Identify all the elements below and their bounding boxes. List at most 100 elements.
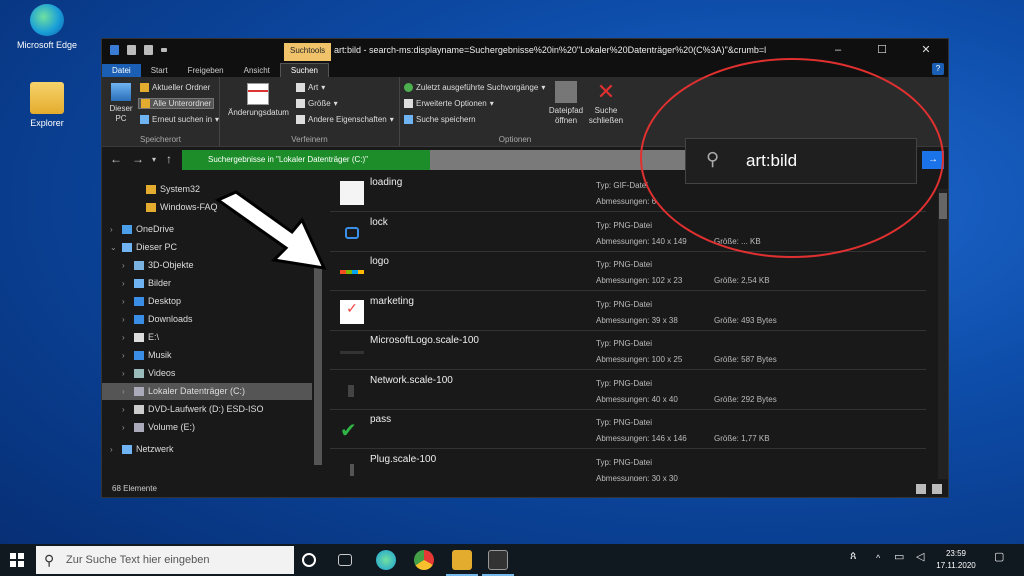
aktueller-ordner-button[interactable]: Aktueller Ordner <box>140 83 210 92</box>
task-view-icon[interactable] <box>338 554 352 566</box>
nav-item[interactable]: › Volume (E:) <box>102 419 312 436</box>
customize-toolbar-icon[interactable] <box>161 48 167 52</box>
address-progress: Suchergebnisse in "Lokaler Datenträger (… <box>182 150 430 170</box>
edge-icon[interactable] <box>376 550 396 570</box>
network-icon[interactable]: ▭ <box>894 550 904 563</box>
chevron-right-icon[interactable]: › <box>110 441 113 458</box>
nav-item[interactable]: › Desktop <box>102 293 312 310</box>
file-size: Größe: 292 Bytes <box>714 394 777 404</box>
people-icon[interactable]: ጰ <box>850 550 857 563</box>
nav-item[interactable]: › Videos <box>102 365 312 382</box>
aenderungsdatum-button[interactable]: Änderungsdatum <box>228 83 289 118</box>
terminal-icon[interactable] <box>488 550 508 570</box>
nav-item-label: Videos <box>148 368 176 378</box>
file-row[interactable]: ✓ marketing Typ: PNG-Datei Abmessungen: 39 … <box>330 292 926 331</box>
andere-eigenschaften-button[interactable]: Andere Eigenschaften ▾ <box>296 115 394 124</box>
taskbar-search-input[interactable]: ⚲ Zur Suche Text hier eingeben <box>36 546 294 574</box>
erweiterte-optionen-button[interactable]: Erweiterte Optionen ▾ <box>404 99 494 108</box>
nav-item-label: Downloads <box>148 314 193 324</box>
file-row[interactable]: Network.scale-100 Typ: PNG-Datei Abmessung… <box>330 371 926 410</box>
nav-item[interactable]: › Netzwerk <box>102 441 312 458</box>
chevron-down-icon[interactable]: ⌄ <box>110 239 117 256</box>
tab-start[interactable]: Start <box>141 64 178 77</box>
search-input[interactable]: ⚲ art:bild <box>685 138 917 184</box>
explorer-icon[interactable] <box>452 550 472 570</box>
tab-datei[interactable]: Datei <box>102 64 141 77</box>
file-dimensions: Abmessungen: 140 x 149 <box>596 236 687 246</box>
clock[interactable]: 23:59 17.11.2020 <box>934 548 978 572</box>
nav-item-label: Dieser PC <box>136 242 178 252</box>
file-row[interactable]: MicrosoftLogo.scale-100 Typ: PNG-Datei Abm… <box>330 331 926 370</box>
alle-unterordner-button[interactable]: Alle Unterordner <box>138 98 215 109</box>
zuletzt-ausgefuehrte-button[interactable]: Zuletzt ausgeführte Suchvorgänge ▾ <box>404 83 545 92</box>
desktop-icon-explorer[interactable]: Explorer <box>12 82 82 128</box>
tab-freigeben[interactable]: Freigeben <box>178 64 234 77</box>
address-text: Suchergebnisse in "Lokaler Datenträger (… <box>208 155 368 164</box>
chevron-right-icon[interactable]: › <box>122 275 125 292</box>
details-view-icon[interactable] <box>916 484 926 494</box>
chevron-down-icon: ▾ <box>333 99 338 108</box>
file-dimensions: Abmessungen: 102 x 23 <box>596 276 683 285</box>
file-size: Größe: ... KB <box>714 236 761 246</box>
file-list-scrollbar[interactable] <box>938 189 948 479</box>
file-row[interactable]: ✔ pass Typ: PNG-Datei Abmessungen: 146 x 14… <box>330 410 926 449</box>
nav-item[interactable]: › Downloads <box>102 311 312 328</box>
type-icon <box>296 83 305 92</box>
nav-item[interactable]: › Bilder <box>102 275 312 292</box>
chevron-right-icon[interactable]: › <box>122 383 125 400</box>
help-icon[interactable]: ? <box>932 63 944 75</box>
chevron-right-icon[interactable]: › <box>122 401 125 418</box>
art-button[interactable]: Art ▾ <box>296 83 325 92</box>
chevron-right-icon[interactable]: › <box>122 293 125 310</box>
suche-schliessen-button[interactable]: ✕ Suche schließen <box>586 81 626 126</box>
nav-item[interactable]: › DVD-Laufwerk (D:) ESD-ISO <box>102 401 312 418</box>
chevron-right-icon[interactable]: › <box>122 419 125 436</box>
start-button[interactable] <box>10 553 24 567</box>
close-button[interactable]: ✕ <box>904 39 948 61</box>
groesse-button[interactable]: Größe ▾ <box>296 99 338 108</box>
file-row[interactable]: lock Typ: PNG-Datei Abmessungen: 140 x 149… <box>330 213 926 252</box>
address-field[interactable]: Suchergebnisse in "Lokaler Datenträger (… <box>182 150 742 175</box>
search-submit-button[interactable]: → <box>922 151 944 169</box>
nav-scrollbar[interactable] <box>314 265 322 465</box>
chevron-right-icon[interactable]: › <box>122 365 125 382</box>
scrollbar-thumb[interactable] <box>939 193 947 219</box>
new-folder-icon[interactable] <box>144 45 153 55</box>
maximize-button[interactable]: ☐ <box>860 39 904 61</box>
notifications-icon[interactable]: ▢ <box>994 550 1004 563</box>
minimize-button[interactable]: – <box>816 39 860 61</box>
music-icon <box>134 351 144 360</box>
large-icons-view-icon[interactable] <box>932 484 942 494</box>
erneut-suchen-button[interactable]: Erneut suchen in ▾ <box>140 115 219 124</box>
tray-chevron-icon[interactable]: ^ <box>876 553 880 563</box>
recent-locations-button[interactable]: ▾ <box>152 155 156 164</box>
chevron-right-icon[interactable]: › <box>122 347 125 364</box>
chevron-right-icon[interactable]: › <box>122 311 125 328</box>
chevron-right-icon[interactable]: › <box>122 329 125 346</box>
cortana-icon[interactable] <box>302 553 316 567</box>
tab-ansicht[interactable]: Ansicht <box>234 64 280 77</box>
drive-icon <box>134 387 144 396</box>
taskbar-search-placeholder: Zur Suche Text hier eingeben <box>66 554 210 566</box>
view-buttons <box>916 484 942 494</box>
up-button[interactable]: ↑ <box>166 152 172 166</box>
chevron-right-icon[interactable]: › <box>110 221 113 238</box>
dateipfad-oeffnen-button[interactable]: Dateipfad öffnen <box>546 81 586 126</box>
desktop-icon-edge[interactable]: Microsoft Edge <box>12 4 82 50</box>
window-controls: – ☐ ✕ <box>816 39 948 61</box>
dieser-pc-button[interactable]: Dieser PC <box>106 83 136 124</box>
back-button[interactable]: ← <box>110 152 122 166</box>
properties-icon[interactable] <box>127 45 136 55</box>
file-row[interactable]: Plug.scale-100 Typ: PNG-Datei Abmessungen:… <box>330 450 926 482</box>
chrome-icon[interactable] <box>414 550 434 570</box>
nav-item[interactable]: › Musik <box>102 347 312 364</box>
file-row[interactable]: logo Typ: PNG-Datei Abmessungen: 102 x 23 G… <box>330 252 926 291</box>
nav-item[interactable]: › Lokaler Datenträger (C:) <box>102 383 312 400</box>
tab-suchen[interactable]: Suchen <box>279 63 329 77</box>
nav-item[interactable]: › E:\ <box>102 329 312 346</box>
chevron-right-icon[interactable]: › <box>122 257 125 274</box>
volume-icon[interactable]: ◁ <box>916 550 924 563</box>
suche-speichern-button[interactable]: Suche speichern <box>404 115 476 124</box>
suche-speichern-label: Suche speichern <box>416 115 476 124</box>
forward-button[interactable]: → <box>132 152 144 166</box>
